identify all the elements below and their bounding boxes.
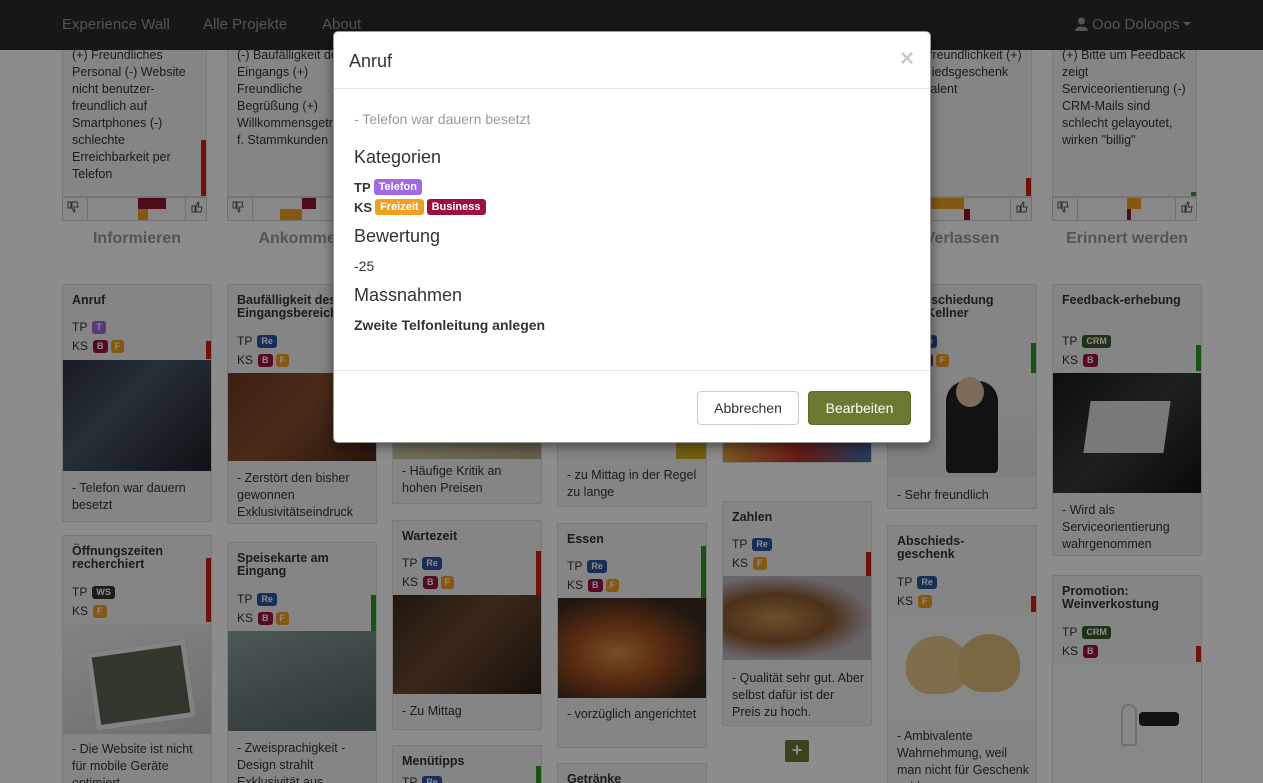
section-heading-actions: Massnahmen — [354, 285, 463, 305]
close-icon[interactable]: × — [900, 45, 914, 73]
action-text: Zweite Telfonleitung anlegen — [354, 317, 546, 333]
category-badge-business: Business — [426, 199, 486, 215]
ks-category-row: KS Freizeit Business — [354, 199, 486, 215]
touchpoint-detail-modal: Anruf × - Telefon war dauern besetzt Kat… — [333, 31, 931, 443]
tp-category-row: TP Telefon — [354, 179, 422, 195]
rating-value: -25 — [354, 258, 374, 274]
edit-button[interactable]: Bearbeiten — [808, 391, 911, 425]
modal-footer: Abbrechen Bearbeiten — [334, 370, 930, 443]
tp-label: TP — [354, 179, 371, 195]
cancel-button[interactable]: Abbrechen — [697, 391, 799, 425]
section-heading-categories: Kategorien — [354, 147, 442, 167]
action-item: Zweite Telfonleitung anlegen — [354, 317, 545, 333]
modal-header: Anruf × — [334, 32, 930, 89]
modal-title: Anruf — [349, 51, 393, 71]
modal-subtitle: - Telefon war dauern besetzt — [354, 111, 531, 127]
rating-number: -25 — [354, 258, 375, 274]
category-badge-freizeit: Freizeit — [375, 199, 424, 215]
ks-label: KS — [354, 199, 373, 215]
category-badge-telefon: Telefon — [373, 179, 422, 195]
section-heading-rating: Bewertung — [354, 226, 441, 246]
